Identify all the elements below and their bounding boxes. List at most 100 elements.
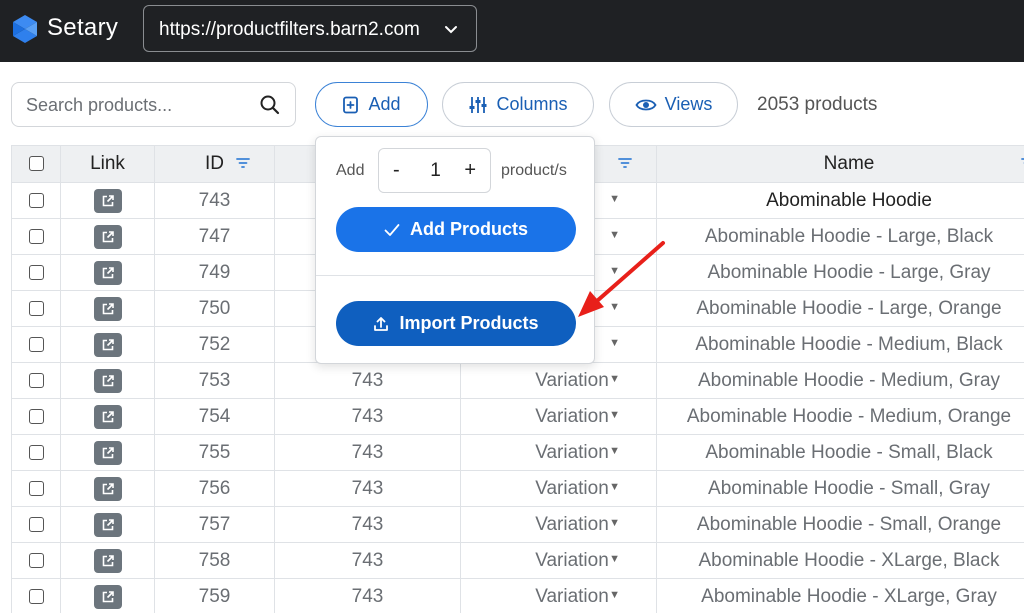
row-name[interactable]: Abominable Hoodie - Large, Gray <box>656 254 1024 291</box>
row-checkbox[interactable] <box>28 336 44 352</box>
row-type[interactable]: Variation ▼ <box>460 470 657 507</box>
column-header-id[interactable]: ID <box>154 145 275 183</box>
row-name[interactable]: Abominable Hoodie - Large, Orange <box>656 290 1024 327</box>
row-parent-id[interactable]: 743 <box>274 434 461 471</box>
open-link-button[interactable] <box>93 224 122 249</box>
search-icon[interactable] <box>259 94 281 116</box>
type-dropdown-caret-icon[interactable]: ▼ <box>609 589 620 601</box>
filter-icon[interactable] <box>236 157 250 169</box>
type-dropdown-caret-icon[interactable]: ▼ <box>609 553 620 565</box>
open-link-button[interactable] <box>93 332 122 357</box>
row-parent-id[interactable]: 743 <box>274 506 461 543</box>
row-select-cell[interactable] <box>11 326 61 363</box>
open-link-button[interactable] <box>93 260 122 285</box>
row-name[interactable]: Abominable Hoodie - Medium, Gray <box>656 362 1024 399</box>
row-name[interactable]: Abominable Hoodie - XLarge, Black <box>656 542 1024 579</box>
row-type[interactable]: Variation ▼ <box>460 542 657 579</box>
type-dropdown-caret-icon[interactable]: ▼ <box>609 445 620 457</box>
row-parent-id[interactable]: 743 <box>274 398 461 435</box>
row-id[interactable]: 747 <box>154 218 275 255</box>
row-select-cell[interactable] <box>11 182 61 219</box>
type-dropdown-caret-icon[interactable]: ▼ <box>609 337 620 349</box>
increment-button[interactable]: + <box>464 159 476 182</box>
row-id[interactable]: 759 <box>154 578 275 613</box>
row-id[interactable]: 752 <box>154 326 275 363</box>
row-name[interactable]: Abominable Hoodie - Medium, Orange <box>656 398 1024 435</box>
row-checkbox[interactable] <box>28 300 44 316</box>
row-select-cell[interactable] <box>11 578 61 613</box>
row-parent-id[interactable]: 743 <box>274 578 461 613</box>
row-id[interactable]: 743 <box>154 182 275 219</box>
type-dropdown-caret-icon[interactable]: ▼ <box>609 301 620 313</box>
open-link-button[interactable] <box>93 404 122 429</box>
type-dropdown-caret-icon[interactable]: ▼ <box>609 229 620 241</box>
row-id[interactable]: 754 <box>154 398 275 435</box>
type-dropdown-caret-icon[interactable]: ▼ <box>609 265 620 277</box>
row-type[interactable]: Variation ▼ <box>460 362 657 399</box>
row-checkbox[interactable] <box>28 228 44 244</box>
row-select-cell[interactable] <box>11 218 61 255</box>
type-dropdown-caret-icon[interactable]: ▼ <box>609 373 620 385</box>
row-checkbox[interactable] <box>28 552 44 568</box>
column-header-name[interactable]: Name <box>656 145 1024 183</box>
open-link-button[interactable] <box>93 296 122 321</box>
open-link-button[interactable] <box>93 476 122 501</box>
row-type[interactable]: Variation ▼ <box>460 578 657 613</box>
row-select-cell[interactable] <box>11 362 61 399</box>
row-name[interactable]: Abominable Hoodie - XLarge, Gray <box>656 578 1024 613</box>
row-parent-id[interactable]: 743 <box>274 542 461 579</box>
filter-icon[interactable] <box>618 157 632 169</box>
row-name[interactable]: Abominable Hoodie - Small, Orange <box>656 506 1024 543</box>
row-type[interactable]: Variation ▼ <box>460 434 657 471</box>
column-header-link[interactable]: Link <box>60 145 155 183</box>
row-id[interactable]: 757 <box>154 506 275 543</box>
import-products-button[interactable]: Import Products <box>336 301 576 346</box>
type-dropdown-caret-icon[interactable]: ▼ <box>609 517 620 529</box>
row-select-cell[interactable] <box>11 254 61 291</box>
row-checkbox[interactable] <box>28 588 44 604</box>
views-button[interactable]: Views <box>609 82 738 127</box>
row-name[interactable]: Abominable Hoodie - Small, Black <box>656 434 1024 471</box>
row-id[interactable]: 756 <box>154 470 275 507</box>
row-id[interactable]: 749 <box>154 254 275 291</box>
row-id[interactable]: 758 <box>154 542 275 579</box>
type-dropdown-caret-icon[interactable]: ▼ <box>609 481 620 493</box>
row-name[interactable]: Abominable Hoodie <box>656 182 1024 219</box>
row-type[interactable]: Variation ▼ <box>460 506 657 543</box>
site-selector[interactable]: https://productfilters.barn2.com <box>143 5 477 52</box>
type-dropdown-caret-icon[interactable]: ▼ <box>609 409 620 421</box>
row-checkbox[interactable] <box>28 264 44 280</box>
columns-button[interactable]: Columns <box>442 82 594 127</box>
add-button[interactable]: Add <box>315 82 428 127</box>
open-link-button[interactable] <box>93 368 122 393</box>
row-type[interactable]: Variation ▼ <box>460 398 657 435</box>
open-link-button[interactable] <box>93 548 122 573</box>
row-checkbox[interactable] <box>28 444 44 460</box>
row-id[interactable]: 755 <box>154 434 275 471</box>
row-select-cell[interactable] <box>11 398 61 435</box>
row-name[interactable]: Abominable Hoodie - Small, Gray <box>656 470 1024 507</box>
select-all-header[interactable] <box>11 145 61 183</box>
search-input[interactable] <box>26 92 256 118</box>
row-select-cell[interactable] <box>11 506 61 543</box>
quantity-stepper[interactable]: 1 - + <box>378 148 491 193</box>
open-link-button[interactable] <box>93 512 122 537</box>
open-link-button[interactable] <box>93 440 122 465</box>
search-box[interactable] <box>11 82 296 127</box>
row-select-cell[interactable] <box>11 434 61 471</box>
row-id[interactable]: 753 <box>154 362 275 399</box>
row-select-cell[interactable] <box>11 542 61 579</box>
row-checkbox[interactable] <box>28 516 44 532</box>
row-name[interactable]: Abominable Hoodie - Medium, Black <box>656 326 1024 363</box>
open-link-button[interactable] <box>93 584 122 609</box>
decrement-button[interactable]: - <box>393 159 400 182</box>
select-all-checkbox[interactable] <box>28 156 44 172</box>
open-link-button[interactable] <box>93 188 122 213</box>
row-checkbox[interactable] <box>28 480 44 496</box>
row-id[interactable]: 750 <box>154 290 275 327</box>
row-checkbox[interactable] <box>28 192 44 208</box>
row-select-cell[interactable] <box>11 470 61 507</box>
row-checkbox[interactable] <box>28 372 44 388</box>
row-select-cell[interactable] <box>11 290 61 327</box>
add-products-button[interactable]: Add Products <box>336 207 576 252</box>
